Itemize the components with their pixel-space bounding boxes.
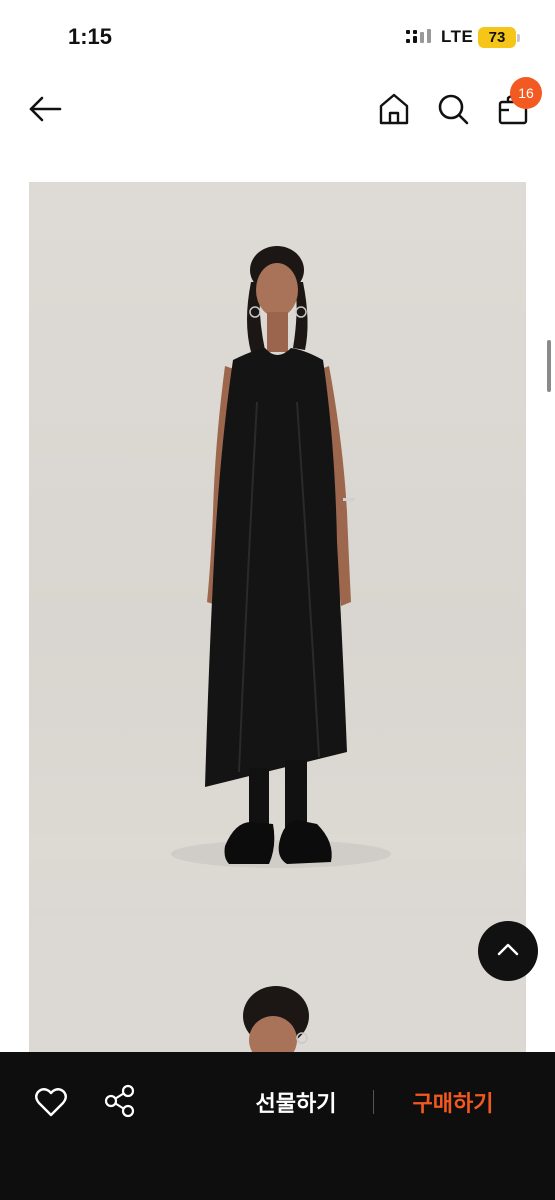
status-time: 1:15 bbox=[68, 24, 113, 49]
product-image-2[interactable] bbox=[29, 928, 526, 1052]
buy-button[interactable]: 구매하기 bbox=[397, 1086, 509, 1118]
cart-count-badge: 16 bbox=[510, 77, 542, 109]
signal-icon bbox=[406, 29, 431, 43]
floor-gradient bbox=[29, 838, 526, 928]
bottom-action-bar: 선물하기 구매하기 bbox=[0, 1052, 555, 1200]
heart-icon[interactable] bbox=[34, 1086, 68, 1118]
search-icon[interactable] bbox=[436, 92, 470, 126]
scroll-to-top-button[interactable] bbox=[478, 921, 538, 981]
status-bar: 1:15 LTE 73 bbox=[0, 0, 555, 70]
back-arrow-icon[interactable] bbox=[27, 94, 63, 124]
battery-level: 73 bbox=[478, 27, 516, 48]
button-divider bbox=[373, 1090, 374, 1114]
share-icon[interactable] bbox=[104, 1084, 136, 1118]
home-icon[interactable] bbox=[377, 92, 411, 126]
battery-tip bbox=[517, 34, 520, 42]
scroll-indicator[interactable] bbox=[547, 340, 551, 392]
product-detail-page: 1:15 LTE 73 16 선물하기 구매하기 bbox=[0, 0, 555, 1200]
network-type: LTE bbox=[441, 27, 474, 46]
product-image-1[interactable] bbox=[29, 182, 526, 928]
model-photo-2 bbox=[243, 986, 309, 1052]
model-photo bbox=[171, 246, 391, 868]
chevron-up-icon bbox=[497, 943, 519, 956]
nav-bar: 16 bbox=[0, 70, 555, 150]
gift-button[interactable]: 선물하기 bbox=[240, 1086, 352, 1118]
